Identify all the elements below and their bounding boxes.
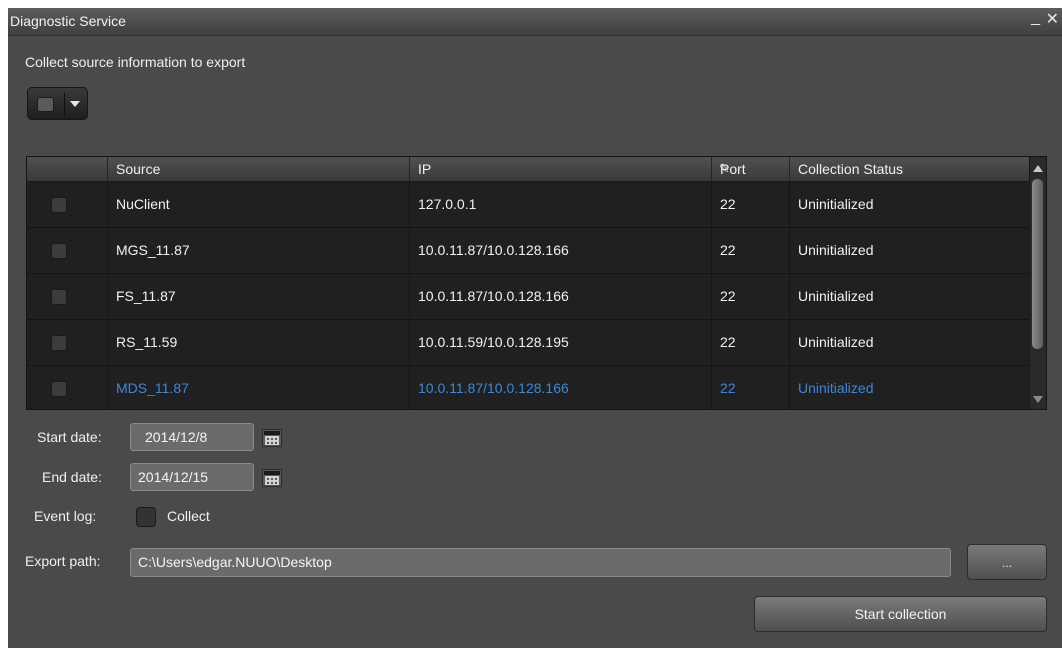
select-all-checkbox-icon[interactable] (37, 97, 54, 112)
start-date-calendar-icon[interactable] (262, 429, 282, 447)
row-checkbox[interactable] (51, 335, 67, 351)
ip-cell: 10.0.11.87/10.0.128.166 (409, 366, 711, 409)
export-path-field[interactable]: C:\Users\edgar.NUUO\Desktop (130, 548, 951, 577)
source-cell: NuClient (107, 182, 409, 227)
ip-cell: 10.0.11.87/10.0.128.166 (409, 228, 711, 273)
port-cell[interactable]: 22 (711, 182, 789, 227)
source-cell: MGS_11.87 (107, 228, 409, 273)
source-table: Source IP Port ✎ Collection Status NuCli… (26, 156, 1047, 410)
select-all-dropdown[interactable] (27, 87, 88, 120)
status-cell: Uninitialized (789, 366, 1032, 409)
title-bar[interactable]: Diagnostic Service _ ✕ (8, 8, 1062, 36)
port-cell[interactable]: 22 (711, 320, 789, 365)
source-cell: RS_11.59 (107, 320, 409, 365)
row-checkbox[interactable] (51, 289, 67, 305)
ip-cell: 10.0.11.59/10.0.128.195 (409, 320, 711, 365)
end-date-field[interactable]: 2014/12/15 (130, 463, 254, 491)
scrollbar-thumb[interactable] (1032, 179, 1043, 349)
row-checkbox[interactable] (51, 197, 67, 213)
status-cell: Uninitialized (789, 274, 1032, 319)
status-cell: Uninitialized (789, 228, 1032, 273)
start-date-label: Start date: (37, 429, 102, 445)
window-title: Diagnostic Service (10, 13, 126, 29)
port-cell[interactable]: 22 (711, 274, 789, 319)
event-log-label: Event log: (34, 508, 97, 524)
start-collection-button[interactable]: Start collection (754, 596, 1047, 632)
collect-label[interactable]: Collect (167, 508, 210, 524)
table-scrollbar[interactable] (1029, 157, 1046, 409)
row-checkbox[interactable] (51, 381, 67, 397)
event-log-checkbox[interactable] (136, 507, 156, 527)
table-row[interactable]: MGS_11.87 10.0.11.87/10.0.128.166 22 Uni… (27, 228, 1032, 274)
ip-cell: 127.0.0.1 (409, 182, 711, 227)
export-path-label: Export path: (25, 553, 101, 569)
header-source[interactable]: Source (107, 157, 409, 181)
table-row[interactable]: RS_11.59 10.0.11.59/10.0.128.195 22 Unin… (27, 320, 1032, 366)
dropdown-divider (64, 93, 65, 115)
edit-pencil-icon[interactable]: ✎ (719, 161, 730, 177)
status-cell: Uninitialized (789, 320, 1032, 365)
table-header: Source IP Port ✎ Collection Status (27, 157, 1032, 182)
minimize-icon[interactable]: _ (1031, 9, 1040, 27)
scroll-up-arrow-icon[interactable] (1033, 165, 1043, 172)
browse-button[interactable]: ... (967, 544, 1047, 580)
source-cell: MDS_11.87 (107, 366, 409, 409)
table-row-selected[interactable]: MDS_11.87 10.0.11.87/10.0.128.166 22 Uni… (27, 366, 1032, 409)
port-cell[interactable]: 22 (711, 366, 789, 409)
collect-instructions: Collect source information to export (25, 54, 246, 70)
end-date-label: End date: (42, 469, 102, 485)
start-date-field[interactable]: 2014/12/8 (130, 423, 254, 451)
end-date-calendar-icon[interactable] (262, 469, 282, 487)
header-checkbox-column (27, 157, 107, 181)
header-ip[interactable]: IP (409, 157, 711, 181)
source-cell: FS_11.87 (107, 274, 409, 319)
table-row[interactable]: FS_11.87 10.0.11.87/10.0.128.166 22 Unin… (27, 274, 1032, 320)
scroll-down-arrow-icon[interactable] (1033, 396, 1043, 403)
row-checkbox[interactable] (51, 243, 67, 259)
diagnostic-service-window: Diagnostic Service _ ✕ Collect source in… (8, 8, 1062, 648)
ip-cell: 10.0.11.87/10.0.128.166 (409, 274, 711, 319)
status-cell: Uninitialized (789, 182, 1032, 227)
close-icon[interactable]: ✕ (1046, 11, 1059, 29)
table-row[interactable]: NuClient 127.0.0.1 22 Uninitialized (27, 182, 1032, 228)
port-cell[interactable]: 22 (711, 228, 789, 273)
chevron-down-icon[interactable] (70, 101, 80, 107)
header-collection-status[interactable]: Collection Status (789, 157, 1032, 181)
